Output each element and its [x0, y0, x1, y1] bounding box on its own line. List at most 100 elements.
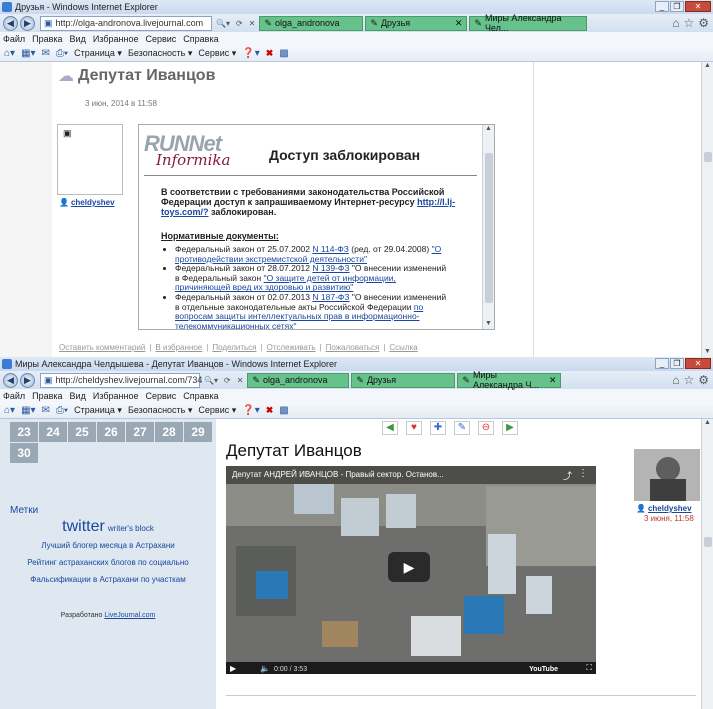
- action-link[interactable]: Ссылка: [389, 343, 417, 352]
- tab-friends[interactable]: ✎ Друзья: [351, 372, 456, 388]
- close-window-button[interactable]: ✕: [685, 358, 711, 369]
- close-tab-icon[interactable]: ✕: [455, 18, 463, 29]
- menu-view[interactable]: Вид: [70, 391, 86, 401]
- add-plus-icon[interactable]: ✚: [430, 421, 446, 435]
- safety-menu[interactable]: Безопасность ▾: [128, 405, 192, 416]
- action-share[interactable]: Поделиться: [212, 343, 256, 352]
- tag-icon[interactable]: ✎: [454, 421, 470, 435]
- back-icon[interactable]: ◀: [3, 15, 18, 31]
- tools-menu[interactable]: Сервис ▾: [198, 405, 236, 416]
- rss-icon[interactable]: ▦▾: [21, 48, 35, 59]
- tag-link[interactable]: Рейтинг астраханских блогов по социально: [27, 558, 188, 567]
- restore-button[interactable]: ❐: [670, 358, 684, 369]
- menu-edit[interactable]: Правка: [32, 34, 62, 44]
- scroll-up-icon[interactable]: ▲: [702, 419, 713, 426]
- tab-olga-andronova[interactable]: ✎ olga_andronova: [247, 372, 350, 388]
- tag-link[interactable]: Лучший блогер месяца в Астрахани: [41, 541, 175, 550]
- research-icon[interactable]: ▩: [279, 405, 288, 416]
- scroll-up-icon[interactable]: ▲: [483, 125, 494, 132]
- url-field[interactable]: ▣ http://cheldyshev.livejournal.com/734: [40, 372, 202, 388]
- tag-link[interactable]: Фальсификации в Астрахани по участкам: [30, 575, 186, 584]
- forward-icon[interactable]: ▶: [20, 372, 35, 388]
- video-title[interactable]: Депутат АНДРЕЙ ИВАНЦОВ - Правый сектор. …: [226, 466, 596, 484]
- action-favorite[interactable]: В избранное: [155, 343, 202, 352]
- iframe-scrollbar[interactable]: ▲ ▼: [482, 125, 494, 329]
- scroll-up-icon[interactable]: ▲: [702, 62, 713, 69]
- close-window-button[interactable]: ✕: [685, 1, 711, 12]
- share-icon[interactable]: ⤴: [563, 469, 572, 482]
- calendar-day[interactable]: 30: [10, 443, 38, 463]
- home-icon[interactable]: ⌂▾: [4, 405, 15, 416]
- calendar-day[interactable]: 27: [126, 422, 154, 442]
- forward-icon[interactable]: ▶: [20, 15, 35, 31]
- menu-help[interactable]: Справка: [183, 391, 218, 401]
- fullscreen-icon[interactable]: ⛶: [586, 663, 592, 673]
- home-icon[interactable]: ⌂▾: [4, 48, 15, 59]
- video-player[interactable]: Депутат АНДРЕЙ ИВАНЦОВ - Правый сектор. …: [226, 466, 596, 674]
- tab-friends[interactable]: ✎ Друзья ✕: [365, 15, 468, 31]
- avatar[interactable]: [634, 449, 700, 501]
- favorite-heart-icon[interactable]: ♥: [406, 421, 422, 435]
- block-icon[interactable]: ⊖: [478, 421, 494, 435]
- menu-view[interactable]: Вид: [70, 34, 86, 44]
- menu-file[interactable]: Файл: [3, 34, 25, 44]
- tag-link[interactable]: writer's block: [108, 524, 154, 533]
- stop-icon[interactable]: ✕: [235, 376, 246, 385]
- menu-edit[interactable]: Правка: [32, 391, 62, 401]
- print-icon[interactable]: ⎙▾: [56, 405, 68, 416]
- restore-button[interactable]: ❐: [670, 1, 684, 12]
- menu-file[interactable]: Файл: [3, 391, 25, 401]
- menu-help[interactable]: Справка: [183, 34, 218, 44]
- settings-gear-icon[interactable]: ⚙: [698, 16, 709, 30]
- prev-arrow-icon[interactable]: ◀: [382, 421, 398, 435]
- scroll-down-icon[interactable]: ▼: [702, 348, 713, 355]
- help-icon[interactable]: ❓▾: [242, 48, 259, 59]
- safety-menu[interactable]: Безопасность ▾: [128, 48, 192, 59]
- youtube-logo[interactable]: YouTube: [529, 666, 558, 673]
- settings-gear-icon[interactable]: ⚙: [698, 373, 709, 387]
- law-number-link[interactable]: N 187-ФЗ: [312, 292, 349, 302]
- page-menu[interactable]: Страница ▾: [74, 48, 122, 59]
- search-dropdown-icon[interactable]: 🔍▾: [202, 376, 220, 385]
- next-arrow-icon[interactable]: ▶: [502, 421, 518, 435]
- tab-olga-andronova[interactable]: ✎ olga_andronova: [259, 15, 364, 31]
- play-icon[interactable]: ▶: [230, 664, 236, 673]
- menu-tools[interactable]: Сервис: [145, 391, 176, 401]
- help-icon[interactable]: ❓▾: [242, 405, 259, 416]
- research-icon[interactable]: ▩: [279, 48, 288, 59]
- calendar-day[interactable]: 25: [68, 422, 96, 442]
- law-number-link[interactable]: N 114-ФЗ: [312, 244, 348, 254]
- scroll-thumb[interactable]: [704, 152, 712, 162]
- calendar-day[interactable]: 28: [155, 422, 183, 442]
- tab-miry-aleksandra[interactable]: ✎ Миры Александра Чел...: [469, 13, 588, 33]
- addon-icon[interactable]: ✖: [266, 405, 274, 416]
- calendar-day[interactable]: 29: [184, 422, 212, 442]
- refresh-icon[interactable]: ⟳: [234, 19, 245, 28]
- page-scrollbar[interactable]: ▲ ▼: [701, 62, 713, 357]
- calendar-day[interactable]: 26: [97, 422, 125, 442]
- addon-icon[interactable]: ✖: [266, 48, 274, 59]
- stop-icon[interactable]: ✕: [247, 19, 258, 28]
- minimize-button[interactable]: _: [655, 1, 669, 12]
- menu-favorites[interactable]: Избранное: [93, 391, 139, 401]
- close-tab-icon[interactable]: ✕: [549, 375, 557, 386]
- law-number-link[interactable]: N 139-ФЗ: [312, 263, 349, 273]
- action-report[interactable]: Пожаловаться: [326, 343, 380, 352]
- tab-miry-aleksandra[interactable]: ✎ Миры Александра Ч... ✕: [457, 370, 562, 390]
- mail-icon[interactable]: ✉: [42, 405, 50, 416]
- favorites-star-icon[interactable]: ☆: [683, 16, 694, 30]
- home-icon[interactable]: ⌂: [672, 16, 679, 30]
- back-icon[interactable]: ◀: [3, 372, 18, 388]
- menu-favorites[interactable]: Избранное: [93, 34, 139, 44]
- home-icon[interactable]: ⌂: [672, 373, 679, 387]
- scroll-thumb[interactable]: [704, 537, 712, 547]
- minimize-button[interactable]: _: [655, 358, 669, 369]
- favorites-star-icon[interactable]: ☆: [683, 373, 694, 387]
- scroll-down-icon[interactable]: ▼: [483, 320, 494, 327]
- action-track[interactable]: Отслеживать: [267, 343, 316, 352]
- calendar-day[interactable]: 24: [39, 422, 67, 442]
- tools-menu[interactable]: Сервис ▾: [198, 48, 236, 59]
- scroll-thumb[interactable]: [485, 153, 493, 303]
- action-comment[interactable]: Оставить комментарий: [59, 343, 145, 352]
- mail-icon[interactable]: ✉: [42, 48, 50, 59]
